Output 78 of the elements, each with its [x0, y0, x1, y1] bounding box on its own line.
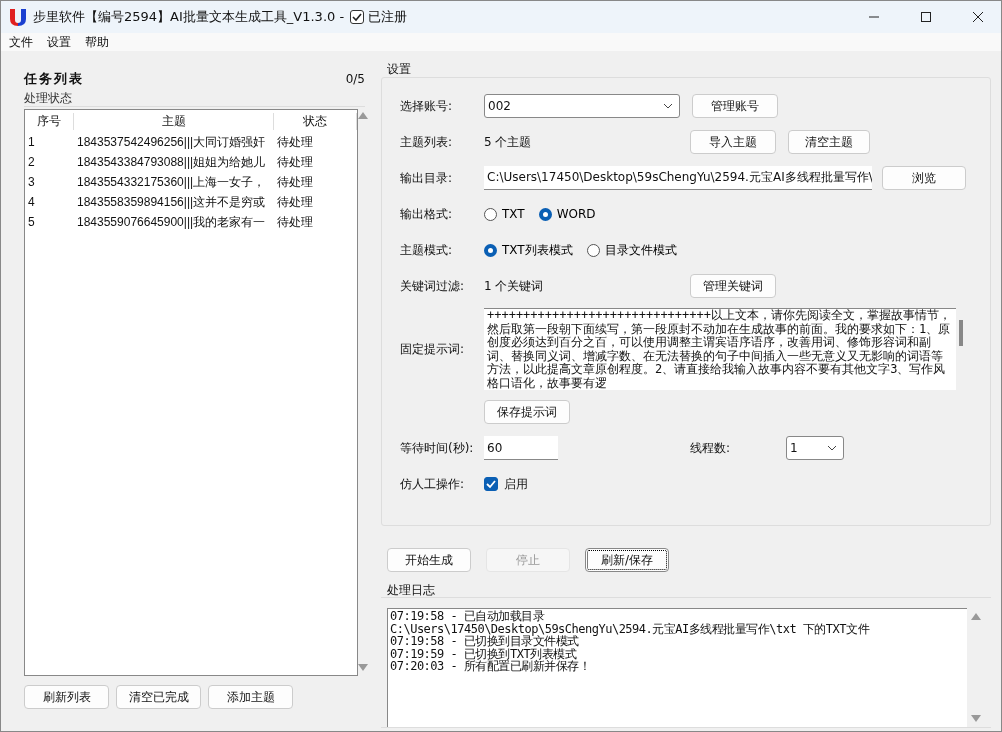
button[interactable]: 管理账号	[692, 94, 778, 118]
table-cell-text: 待处理	[276, 193, 314, 211]
field-label: 等待时间(秒):	[400, 439, 475, 457]
radio-button[interactable]: TXT列表模式	[484, 241, 573, 259]
menu-item[interactable]: 设置	[47, 33, 71, 51]
table-cell-text: 2	[27, 155, 36, 169]
table-cell-text: 待处理	[276, 173, 314, 191]
field-label: 选择账号:	[400, 97, 454, 115]
field-label: 主题模式:	[400, 241, 454, 259]
close-icon[interactable]	[973, 12, 983, 22]
button[interactable]: 清空已完成	[116, 685, 201, 709]
button[interactable]: 刷新/保存	[585, 548, 669, 572]
app-logo-icon	[9, 7, 27, 27]
column-header: 状态	[274, 112, 357, 130]
table-cell-text: 待处理	[276, 153, 314, 171]
button[interactable]: 导入主题	[690, 130, 776, 154]
radio-button[interactable]: TXT	[484, 207, 525, 221]
caret-icon	[827, 445, 837, 451]
keyword-count: 1 个关键词	[484, 277, 545, 295]
button[interactable]: 管理关键词	[690, 274, 776, 298]
field-label: 输出目录:	[400, 169, 454, 187]
threads-dropdown[interactable]: 1	[786, 436, 844, 460]
log-line: 07:19:59 - 已切换到TXT列表模式	[390, 647, 577, 660]
table-cell-text: 1843558359894156|||这并不是穷或	[76, 193, 267, 211]
checkbox[interactable]	[350, 10, 365, 24]
field-label: 固定提示词:	[400, 340, 466, 358]
field-label: 仿人工操作:	[400, 475, 466, 493]
radio-button[interactable]: 目录文件模式	[586, 241, 677, 259]
group-title: 设置	[386, 61, 412, 77]
field-label: 线程数:	[690, 439, 732, 457]
checkbox[interactable]	[484, 477, 498, 491]
scroll-up-icon	[971, 612, 981, 620]
account-dropdown[interactable]: 002	[484, 94, 680, 118]
button[interactable]: 浏览	[882, 166, 966, 190]
button[interactable]: 保存提示词	[484, 400, 570, 424]
path-field[interactable]: C:\Users\17450\Desktop\59sChengYu\2594.元宝AI多线程批量写作\	[484, 166, 872, 190]
table-cell-text: 1843554332175360|||上海一女子，	[76, 173, 267, 191]
radio-button[interactable]: WORD	[538, 207, 596, 221]
maximize-icon[interactable]	[921, 12, 931, 22]
field-label: 输出格式:	[400, 205, 454, 223]
menu-item[interactable]: 文件	[9, 33, 33, 51]
group-title: 处理状态	[24, 90, 73, 106]
column-header: 主题	[74, 112, 274, 130]
field-label: 关键词过滤:	[400, 277, 466, 295]
button[interactable]: 添加主题	[208, 685, 293, 709]
log-line: 07:20:03 - 所有配置已刷新并保存！	[390, 660, 592, 673]
field-label: 主题列表:	[400, 133, 454, 151]
table-cell-text: 1843543384793088|||姐姐为给她儿	[76, 153, 267, 171]
task-count: 0/5	[345, 72, 365, 86]
wait-time-field[interactable]: 60	[484, 436, 558, 460]
table-cell-text: 1	[27, 135, 36, 149]
checkbox-label: 启用	[504, 475, 528, 493]
scroll-up-icon	[358, 111, 368, 119]
caret-icon	[663, 103, 673, 109]
table-cell-text: 1843559076645900|||我的老家有一	[76, 213, 267, 231]
table-cell-text: 待处理	[276, 133, 314, 151]
topic-count: 5 个主题	[484, 133, 533, 151]
table-cell-text: 3	[27, 175, 36, 189]
table-cell-text: 待处理	[276, 213, 314, 231]
log-line: 07:19:58 - 已切换到目录文件模式	[390, 635, 579, 648]
scroll-down-icon	[971, 715, 981, 723]
panel-title: 任务列表	[24, 70, 84, 88]
scrollbar-thumb[interactable]	[959, 320, 963, 346]
prompt-textarea[interactable]: +++++++++++++++++++++++++++++++以上文本，请你先阅读全文，掌握故事情节，然后取第一段朝下面续写，第一段原封不动加在生成故事的前面。我的要求如下：1、原创度必须达到百分之百，可以使用调整主谓宾语序语序，改善用词、修饰形容词和副词、替换同义词、增减字数、在无法替换的句子中间插入一些无意义又无影响的词语等方法，以此提高文章原创程度。2、请直接给我输入故事内容不要有其他文字3、写作风格口语化，故事要有逻	[484, 308, 956, 390]
column-header: 序号	[25, 112, 74, 130]
table-cell-text: 5	[27, 215, 36, 229]
table-cell-text: 1843537542496256|||大同订婚强奸	[76, 133, 267, 151]
log-line: C:\Users\17450\Desktop\59sChengYu\2594.元宝AI多线程批量写作\txt 下的TXT文件	[390, 622, 871, 635]
button[interactable]: 开始生成	[387, 548, 471, 572]
group-title: 处理日志	[381, 582, 991, 598]
button[interactable]: 刷新列表	[24, 685, 109, 709]
button[interactable]: 清空主题	[788, 130, 870, 154]
log-line: 07:19:58 - 已自动加载目录	[390, 610, 546, 623]
checkbox-label: 已注册	[368, 8, 408, 26]
menu-item[interactable]: 帮助	[85, 33, 109, 51]
scroll-down-icon	[358, 664, 368, 672]
table-cell-text: 4	[27, 195, 36, 209]
window-title: 步里软件【编号2594】AI批量文本生成工具_V1.3.0 -	[33, 8, 345, 26]
